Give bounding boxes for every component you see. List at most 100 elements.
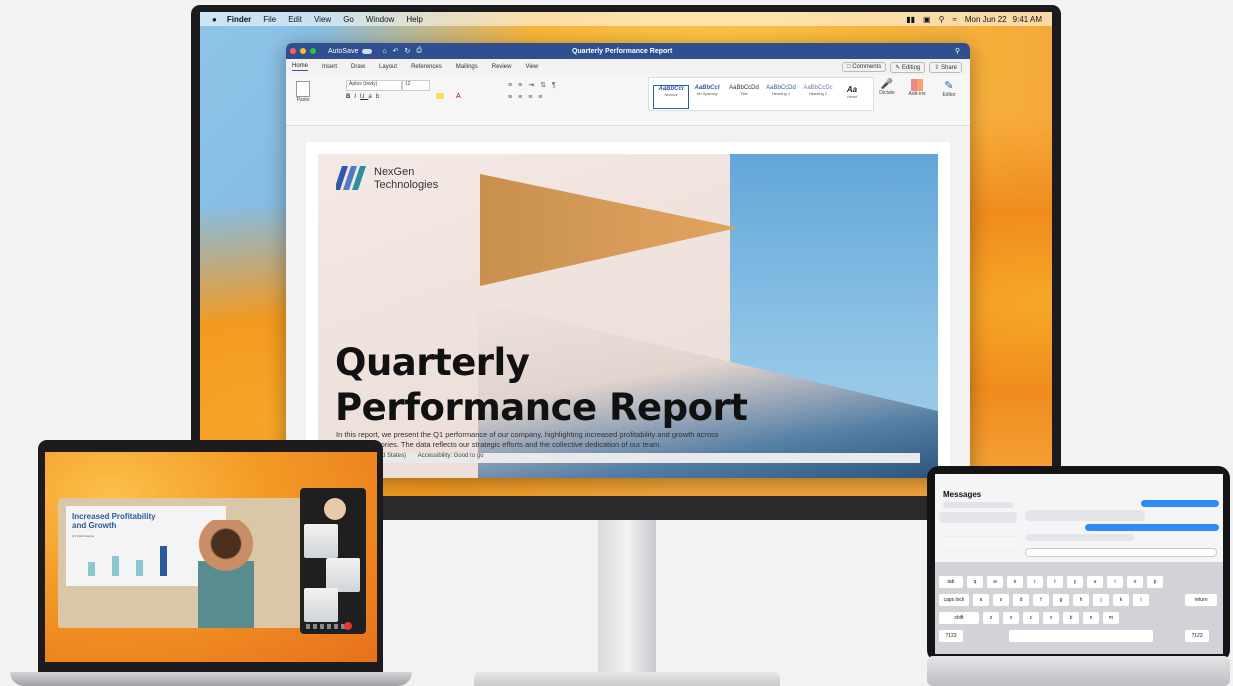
document-page[interactable]: NexGen Technologies Quarterly Performanc… [306, 142, 950, 478]
home-icon[interactable]: ⌂ [382, 48, 386, 55]
space-bar[interactable] [1009, 630, 1153, 642]
key-q[interactable]: q [967, 576, 983, 588]
indent-icon[interactable]: ⇥ [528, 82, 540, 89]
close-button[interactable] [290, 48, 296, 54]
font-size-select[interactable]: 12 [402, 80, 430, 91]
key-v[interactable]: v [1043, 612, 1059, 624]
tab-insert[interactable]: Insert [322, 64, 337, 70]
control-center-icon[interactable]: ▣ [923, 15, 931, 24]
wifi-icon[interactable]: ≈ [952, 15, 956, 24]
align-right-icon[interactable]: ≡ [528, 94, 538, 101]
minimize-button[interactable] [300, 48, 306, 54]
numbers-key[interactable]: ?123 [1185, 630, 1209, 642]
align-center-icon[interactable]: ≡ [518, 94, 528, 101]
key-g[interactable]: g [1053, 594, 1069, 606]
print-icon[interactable]: ⎙ [416, 47, 422, 55]
key-m[interactable]: m [1103, 612, 1119, 624]
tab-draw[interactable]: Draw [351, 64, 365, 70]
key-x[interactable]: x [1003, 612, 1019, 624]
key-z[interactable]: z [983, 612, 999, 624]
conversation-item[interactable] [939, 525, 1017, 537]
shift-key[interactable]: shift [939, 612, 979, 624]
caps-lock-key[interactable]: caps lock [939, 594, 969, 606]
key-r[interactable]: r [1027, 576, 1043, 588]
menu-help[interactable]: Help [406, 15, 422, 24]
menu-window[interactable]: Window [366, 15, 394, 24]
key-p[interactable]: p [1147, 576, 1163, 588]
style-title[interactable]: AaBbCcDd Title [727, 85, 761, 107]
undo-icon[interactable]: ↶ [393, 47, 399, 55]
accessibility-status[interactable]: Accessibility: Good to go [418, 453, 484, 459]
key-a[interactable]: a [973, 594, 989, 606]
comments-button[interactable]: □ Comments [841, 62, 887, 72]
numbering-icon[interactable]: ≡ [518, 82, 528, 89]
menu-go[interactable]: Go [343, 15, 354, 24]
font-color-icon[interactable]: A [456, 93, 461, 100]
menubar-time[interactable]: 9:41 AM [1013, 15, 1042, 24]
style-heading-1[interactable]: AaBbCcDd Heading 1 [764, 85, 798, 107]
sort-icon[interactable]: ⇅ [540, 82, 552, 89]
search-icon[interactable]: ⚲ [939, 15, 945, 24]
font-name-select[interactable]: Aptos (body) [346, 80, 402, 91]
menubar-date[interactable]: Mon Jun 22 [965, 15, 1007, 24]
tab-references[interactable]: References [411, 64, 442, 70]
dictate-button[interactable]: 🎤 Dictate [878, 79, 896, 96]
key-l[interactable]: l [1133, 594, 1149, 606]
key-y[interactable]: y [1067, 576, 1083, 588]
key-h[interactable]: h [1073, 594, 1089, 606]
key-n[interactable]: n [1083, 612, 1099, 624]
tab-layout[interactable]: Layout [379, 64, 397, 70]
key-d[interactable]: d [1013, 594, 1029, 606]
tab-key[interactable]: tab [939, 576, 963, 588]
conversation-item[interactable] [939, 512, 1017, 523]
tab-view[interactable]: View [525, 64, 538, 70]
addins-button[interactable]: Add-ins [906, 79, 928, 97]
participant-tile[interactable] [326, 558, 360, 592]
key-b[interactable]: b [1063, 612, 1079, 624]
key-e[interactable]: e [1007, 576, 1023, 588]
search-field[interactable] [943, 502, 1013, 508]
return-key[interactable]: return [1185, 594, 1217, 606]
participant-tile[interactable] [304, 524, 338, 558]
participant-avatar[interactable] [324, 498, 346, 520]
call-controls[interactable] [306, 624, 346, 629]
search-icon[interactable]: ⚲ [955, 47, 960, 55]
menu-view[interactable]: View [314, 15, 331, 24]
key-k[interactable]: k [1113, 594, 1129, 606]
key-j[interactable]: j [1093, 594, 1109, 606]
style-heading-2[interactable]: AaBbCcDc Heading 2 [801, 85, 835, 107]
key-u[interactable]: u [1087, 576, 1103, 588]
battery-icon[interactable]: ▮▮ [906, 15, 915, 24]
message-input[interactable] [1025, 548, 1217, 557]
style-no-spacing[interactable]: AaBbCcI No Spacing [690, 85, 724, 107]
pilcrow-icon[interactable]: ¶ [552, 82, 562, 89]
style-head[interactable]: Aa Head [838, 85, 866, 107]
end-call-icon[interactable] [344, 622, 352, 630]
bullets-icon[interactable]: ≡ [508, 82, 518, 89]
apple-icon[interactable]: ● [212, 15, 217, 24]
tab-mailings[interactable]: Mailings [456, 64, 478, 70]
key-c[interactable]: c [1023, 612, 1039, 624]
justify-icon[interactable]: ≡ [538, 94, 548, 101]
key-t[interactable]: t [1047, 576, 1063, 588]
autosave-toggle[interactable] [362, 48, 373, 54]
align-left-icon[interactable]: ≡ [508, 94, 518, 101]
key-o[interactable]: o [1127, 576, 1143, 588]
redo-icon[interactable]: ↻ [404, 47, 410, 55]
tab-home[interactable]: Home [292, 63, 309, 71]
key-f[interactable]: f [1033, 594, 1049, 606]
participant-tile[interactable] [304, 588, 338, 622]
paste-button[interactable]: Paste [294, 81, 312, 111]
tab-review[interactable]: Review [492, 64, 512, 70]
highlight-icon[interactable] [436, 93, 444, 99]
strikethrough-icon[interactable]: ab [368, 94, 383, 100]
conversation-item[interactable] [939, 539, 1017, 551]
key-w[interactable]: w [987, 576, 1003, 588]
key-s[interactable]: s [993, 594, 1009, 606]
numbers-key[interactable]: ?123 [939, 630, 963, 642]
menu-finder[interactable]: Finder [227, 15, 251, 24]
menu-file[interactable]: File [263, 15, 276, 24]
share-button[interactable]: ⇧ Share [929, 61, 962, 73]
zoom-button[interactable] [310, 48, 316, 54]
key-i[interactable]: i [1107, 576, 1123, 588]
